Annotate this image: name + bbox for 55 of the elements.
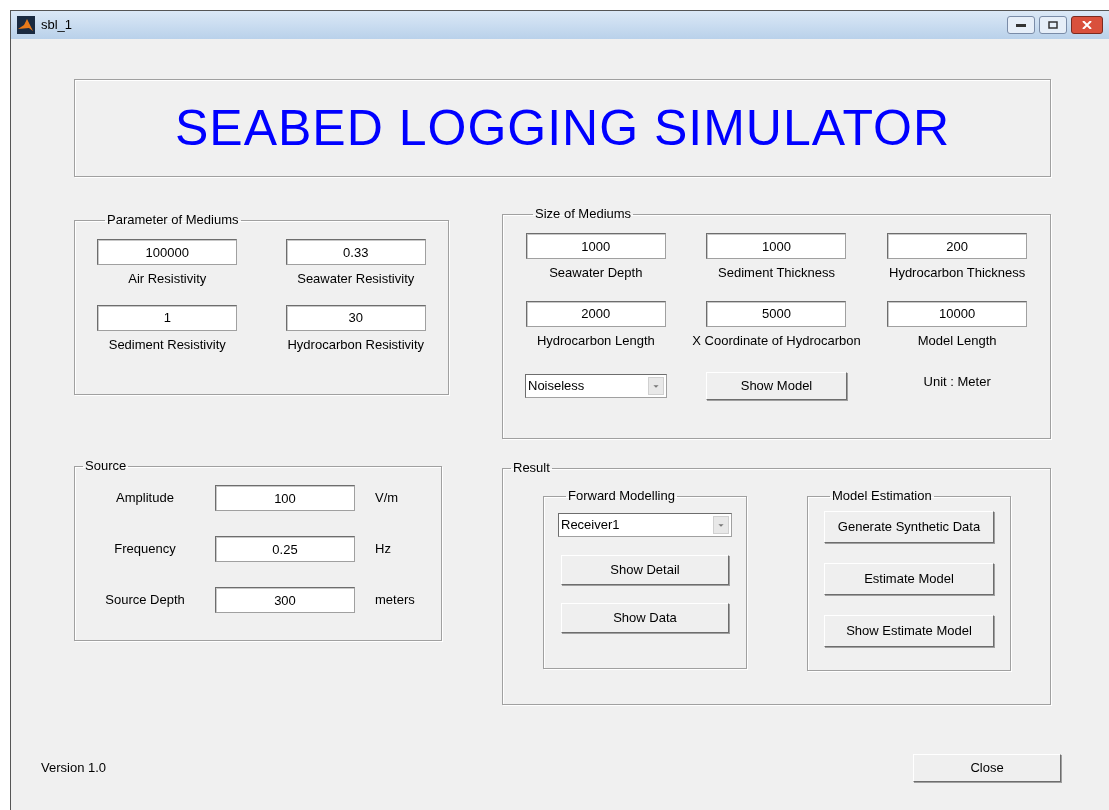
minimize-icon	[1016, 23, 1026, 27]
field-label: Seawater Depth	[549, 264, 643, 282]
field-label: Sediment Resistivity	[108, 335, 226, 354]
maximize-icon	[1048, 21, 1058, 29]
field-label: Amplitude	[115, 489, 175, 508]
input-field[interactable]: 2000	[525, 300, 666, 327]
input-field[interactable]: 0.25	[215, 536, 355, 562]
window-title: sbl_1	[41, 16, 73, 35]
version-label: Version 1.0	[41, 759, 107, 778]
app-logo-icon	[17, 16, 35, 34]
group-title: Source	[84, 459, 128, 473]
dropdown[interactable]: Receiver1	[558, 513, 732, 537]
field-label: Model Length	[917, 331, 997, 350]
input-field[interactable]: 100	[215, 485, 355, 511]
group-title: Forward Modelling	[567, 489, 676, 503]
input-field[interactable]: 0.33	[285, 239, 426, 265]
app-title: SEABED LOGGING SIMULATOR	[174, 98, 951, 158]
push-button[interactable]: Estimate Model	[824, 563, 994, 595]
field-label: Hydrocarbon Thickness	[889, 264, 1026, 282]
input-field[interactable]: 30	[285, 304, 426, 331]
push-button[interactable]: Show Model	[705, 372, 848, 400]
maximize-button[interactable]	[1039, 16, 1067, 34]
minimize-button[interactable]	[1007, 16, 1035, 34]
push-button[interactable]: Show Estimate Model	[824, 615, 994, 647]
field-label: Frequency	[113, 540, 177, 559]
input-field[interactable]: 200	[887, 233, 1028, 259]
group-title: Result	[512, 461, 551, 475]
close-button[interactable]	[1071, 16, 1103, 34]
group-title: Parameter of Mediums	[106, 213, 240, 227]
input-field[interactable]: 300	[215, 587, 355, 613]
field-label: Hydrocarbon Resistivity	[287, 335, 424, 354]
field-label: X Coordinate of Hydrocarbon	[692, 331, 861, 350]
unit-label: Unit : Meter	[923, 373, 991, 391]
field-label: Sediment Thickness	[718, 264, 835, 282]
unit-label: V/m	[375, 489, 399, 508]
dropdown[interactable]: Noiseless	[525, 374, 667, 398]
field-label: Hydrocarbon Length	[536, 331, 655, 350]
push-button[interactable]: Show Data	[561, 603, 729, 633]
group-title: Size of Mediums	[534, 207, 633, 221]
input-field[interactable]: 100000	[97, 239, 238, 265]
field-label: Air Resistivity	[128, 270, 207, 288]
push-button[interactable]: Show Detail	[561, 555, 729, 585]
unit-label: meters	[375, 591, 415, 610]
push-button[interactable]: Close	[913, 754, 1061, 782]
input-field[interactable]: 1000	[706, 233, 847, 259]
field-label: Seawater Resistivity	[297, 270, 415, 288]
push-button[interactable]: Generate Synthetic Data	[824, 511, 994, 543]
field-label: Source Depth	[104, 591, 186, 610]
close-icon	[1082, 21, 1092, 29]
input-field[interactable]: 1	[97, 304, 238, 331]
input-field[interactable]: 10000	[887, 300, 1028, 327]
input-field[interactable]: 1000	[525, 233, 666, 259]
unit-label: Hz	[375, 540, 391, 559]
group-title: Model Estimation	[831, 489, 933, 503]
input-field[interactable]: 5000	[706, 300, 847, 327]
